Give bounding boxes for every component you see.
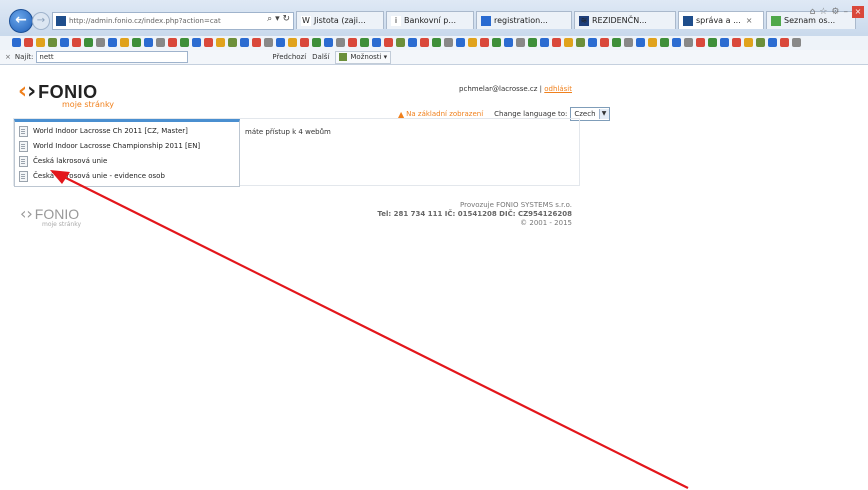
- annotation-arrow: [50, 170, 689, 489]
- annotation-arrow-head: [50, 170, 70, 184]
- annotation-arrow-line: [61, 175, 689, 489]
